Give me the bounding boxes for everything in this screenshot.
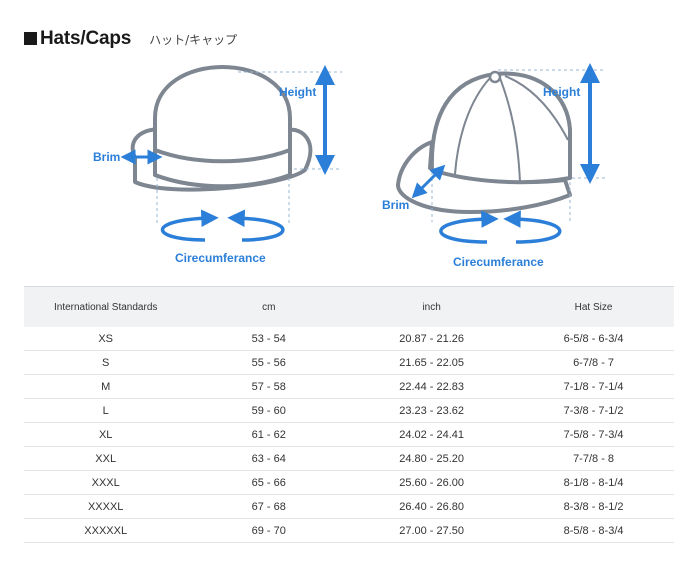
table-row: XL 61 - 62 24.02 - 24.41 7-5/8 - 7-3/4 [24,422,674,447]
cap-height-label: Height [543,85,580,99]
cell-standard: S [24,350,188,375]
hat-circumference-arrows [160,209,285,242]
table-row: XXXL 65 - 66 25.60 - 26.00 8-1/8 - 8-1/4 [24,470,674,495]
cell-standard: XL [24,422,188,447]
cell-standard: XXXL [24,470,188,495]
table-row: XXL 63 - 64 24.80 - 25.20 7-7/8 - 8 [24,446,674,471]
cell-hat-size: 8-1/8 - 8-1/4 [513,470,674,495]
cell-cm: 69 - 70 [187,518,351,543]
hat-circumference-label: Cirecumferance [175,251,266,265]
cell-inch: 23.23 - 23.62 [350,398,514,423]
table-header-row: International Standards cm inch Hat Size [24,286,674,327]
cap-brim-label: Brim [382,198,409,212]
column-header-hat-size: Hat Size [513,286,674,327]
cell-inch: 22.44 - 22.83 [350,374,514,399]
table-row: XS 53 - 54 20.87 - 21.26 6-5/8 - 6-3/4 [24,327,674,351]
cell-cm: 53 - 54 [187,327,351,351]
table-row: S 55 - 56 21.65 - 22.05 6-7/8 - 7 [24,350,674,375]
hat-cap-measurement-diagram: Height Brim Cirecumferance Height Brim C… [93,63,605,269]
cell-inch: 26.40 - 26.80 [350,494,514,519]
cell-hat-size: 7-3/8 - 7-1/2 [513,398,674,423]
cell-cm: 61 - 62 [187,422,351,447]
table-row: L 59 - 60 23.23 - 23.62 7-3/8 - 7-1/2 [24,398,674,423]
cell-cm: 67 - 68 [187,494,351,519]
column-header-cm: cm [187,286,351,327]
cell-standard: XXL [24,446,188,471]
cell-cm: 55 - 56 [187,350,351,375]
column-header-inch: inch [350,286,514,327]
cell-standard: M [24,374,188,399]
table-row: M 57 - 58 22.44 - 22.83 7-1/8 - 7-1/4 [24,374,674,399]
cell-inch: 27.00 - 27.50 [350,518,514,543]
cell-standard: XXXXL [24,494,188,519]
table-row: XXXXL 67 - 68 26.40 - 26.80 8-3/8 - 8-1/… [24,494,674,519]
cell-hat-size: 6-7/8 - 7 [513,350,674,375]
cell-inch: 21.65 - 22.05 [350,350,514,375]
column-header-international-standards: International Standards [24,286,188,327]
cell-hat-size: 7-1/8 - 7-1/4 [513,374,674,399]
cell-cm: 63 - 64 [187,446,351,471]
cell-cm: 59 - 60 [187,398,351,423]
cell-standard: XS [24,327,188,351]
size-chart-table: International Standards cm inch Hat Size… [24,286,674,543]
cap-circumference-arrows [439,210,562,244]
hat-height-label: Height [279,85,316,99]
cap-button-shape [488,70,502,84]
cell-inch: 24.80 - 25.20 [350,446,514,471]
cell-inch: 20.87 - 21.26 [350,327,514,351]
hat-brim-label: Brim [93,150,120,164]
cell-hat-size: 7-5/8 - 7-3/4 [513,422,674,447]
cell-cm: 57 - 58 [187,374,351,399]
cell-standard: L [24,398,188,423]
cell-standard: XXXXXL [24,518,188,543]
cell-hat-size: 8-5/8 - 8-3/4 [513,518,674,543]
cap-circumference-label: Cirecumferance [453,255,544,269]
cell-cm: 65 - 66 [187,470,351,495]
cell-inch: 24.02 - 24.41 [350,422,514,447]
cell-hat-size: 6-5/8 - 6-3/4 [513,327,674,351]
cell-inch: 25.60 - 26.00 [350,470,514,495]
cell-hat-size: 7-7/8 - 8 [513,446,674,471]
cell-hat-size: 8-3/8 - 8-1/2 [513,494,674,519]
table-row: XXXXXL 69 - 70 27.00 - 27.50 8-5/8 - 8-3… [24,518,674,543]
